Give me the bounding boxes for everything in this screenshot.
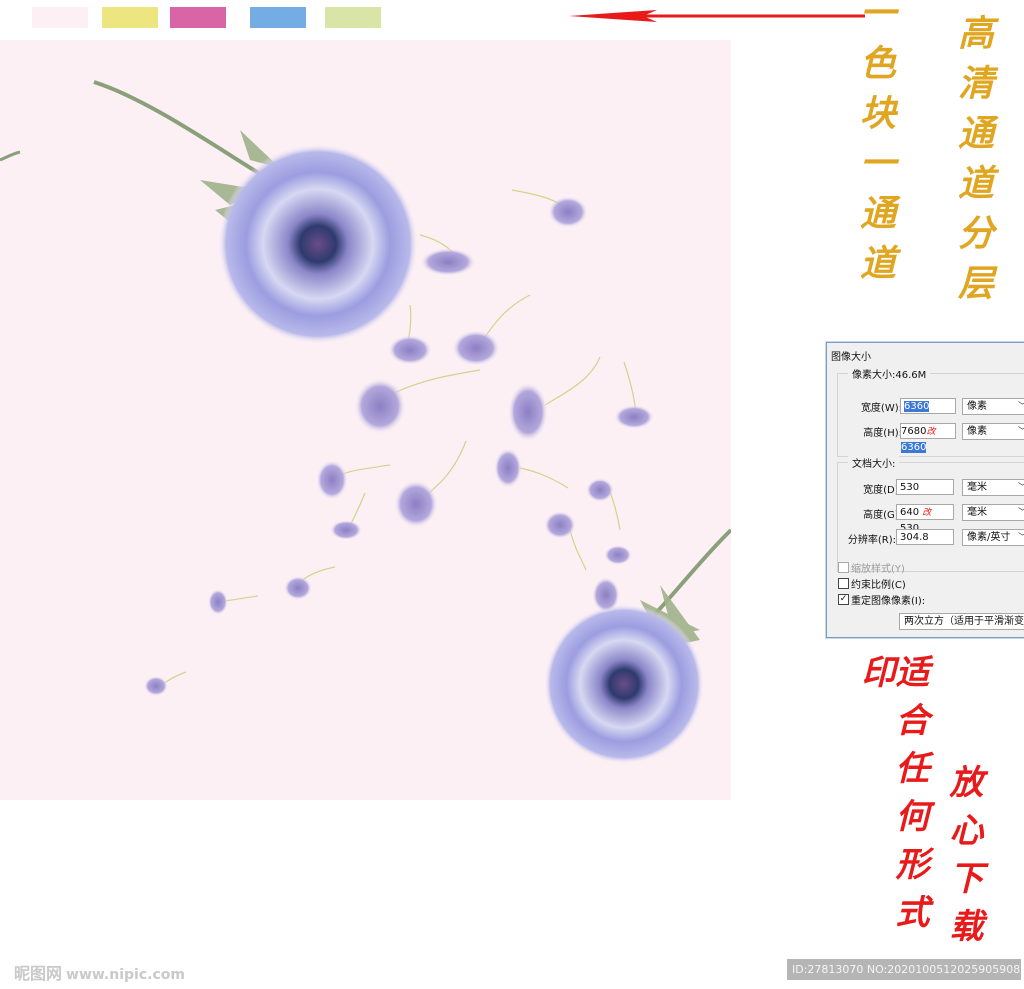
pixel-dimensions-group: 像素大小:46.6M 宽度(W): 6360 像素﹀ 高度(H): 7680改6… [837, 366, 1024, 457]
caption-hd-channel-layers: 高清通道分层 [952, 14, 994, 314]
scale-styles-checkbox[interactable] [838, 562, 849, 573]
chevron-down-icon: ﹀ [1018, 505, 1024, 521]
stem-left-edge [0, 150, 21, 162]
height-label: 高度(H): [863, 428, 902, 439]
caption-suitable-for-printing: 适合任何形式印 [855, 654, 929, 942]
pixel-height-unit-select[interactable]: 像素﹀ [962, 423, 1024, 440]
image-id-bar: ID:27813070 NO:20201005120259059086 [787, 959, 1021, 980]
nipic-watermark: 昵图网 www.nipic.com [14, 960, 185, 984]
doc-height-label: 高度(G): [863, 510, 902, 521]
doc-height-input[interactable]: 640 改 530 [896, 504, 954, 534]
doc-size-label: 文档大小: [848, 455, 900, 470]
scale-styles-row[interactable]: 缩放样式(Y) [838, 560, 905, 575]
swatch-yellow [102, 7, 158, 28]
dialog-title: 图像大小 [831, 352, 871, 363]
swatch-light-pink [32, 7, 88, 28]
resample-method-select[interactable]: 两次立方（适用于平滑渐变） [899, 613, 1024, 630]
chevron-down-icon: ﹀ [1018, 424, 1024, 440]
document-size-group: 文档大小: 宽度(D): 530 毫米﹀ 高度(G): 640 改 530 毫米… [837, 455, 1024, 572]
resample-checkbox[interactable]: ✓ [838, 594, 849, 605]
pixel-size-label: 像素大小:46.6M [848, 366, 931, 381]
constrain-proportions-checkbox[interactable] [838, 578, 849, 589]
doc-width-unit-select[interactable]: 毫米﹀ [962, 479, 1024, 496]
swatch-blue [250, 7, 306, 28]
doc-width-input[interactable]: 530 [896, 479, 954, 495]
swatch-light-green [325, 7, 381, 28]
resolution-unit-select[interactable]: 像素/英寸﹀ [962, 529, 1024, 546]
scale-styles-label: 缩放样式(Y) [851, 564, 905, 575]
dandelion-flower-large [218, 144, 418, 344]
caption-one-color-one-channel: 一色块一通道 [854, 0, 896, 294]
dandelion-flower-small [544, 604, 704, 764]
doc-width-label: 宽度(D): [863, 485, 902, 496]
left-arrow-icon [569, 10, 865, 22]
constrain-proportions-label: 约束比例(C) [851, 580, 906, 591]
pixel-width-unit-select[interactable]: 像素﹀ [962, 398, 1024, 415]
watermark-url: www.nipic.com [66, 967, 185, 983]
resample-label: 重定图像像素(I): [851, 596, 926, 607]
pixel-width-input[interactable]: 6360 [900, 398, 956, 414]
chevron-down-icon: ﹀ [1018, 530, 1024, 546]
resample-row[interactable]: ✓ 重定图像像素(I): [838, 592, 925, 607]
dandelion-artwork [0, 40, 731, 800]
chevron-down-icon: ﹀ [1018, 480, 1024, 496]
caption-safe-download: 放心下载 [943, 764, 983, 956]
swatch-magenta [170, 7, 226, 28]
width-label: 宽度(W): [860, 403, 902, 414]
pixel-height-input[interactable]: 7680改6360 [900, 423, 956, 453]
watermark-brand: 昵图网 [14, 964, 63, 983]
resolution-label: 分辨率(R): [847, 535, 896, 546]
image-size-dialog: 图像大小 像素大小:46.6M 宽度(W): 6360 像素﹀ 高度(H): 7… [826, 342, 1024, 638]
doc-height-unit-select[interactable]: 毫米﹀ [962, 504, 1024, 521]
stem-top [93, 80, 272, 182]
constrain-proportions-row[interactable]: 约束比例(C) [838, 576, 906, 591]
resolution-input[interactable]: 304.8 [896, 529, 954, 545]
chevron-down-icon: ﹀ [1018, 399, 1024, 415]
